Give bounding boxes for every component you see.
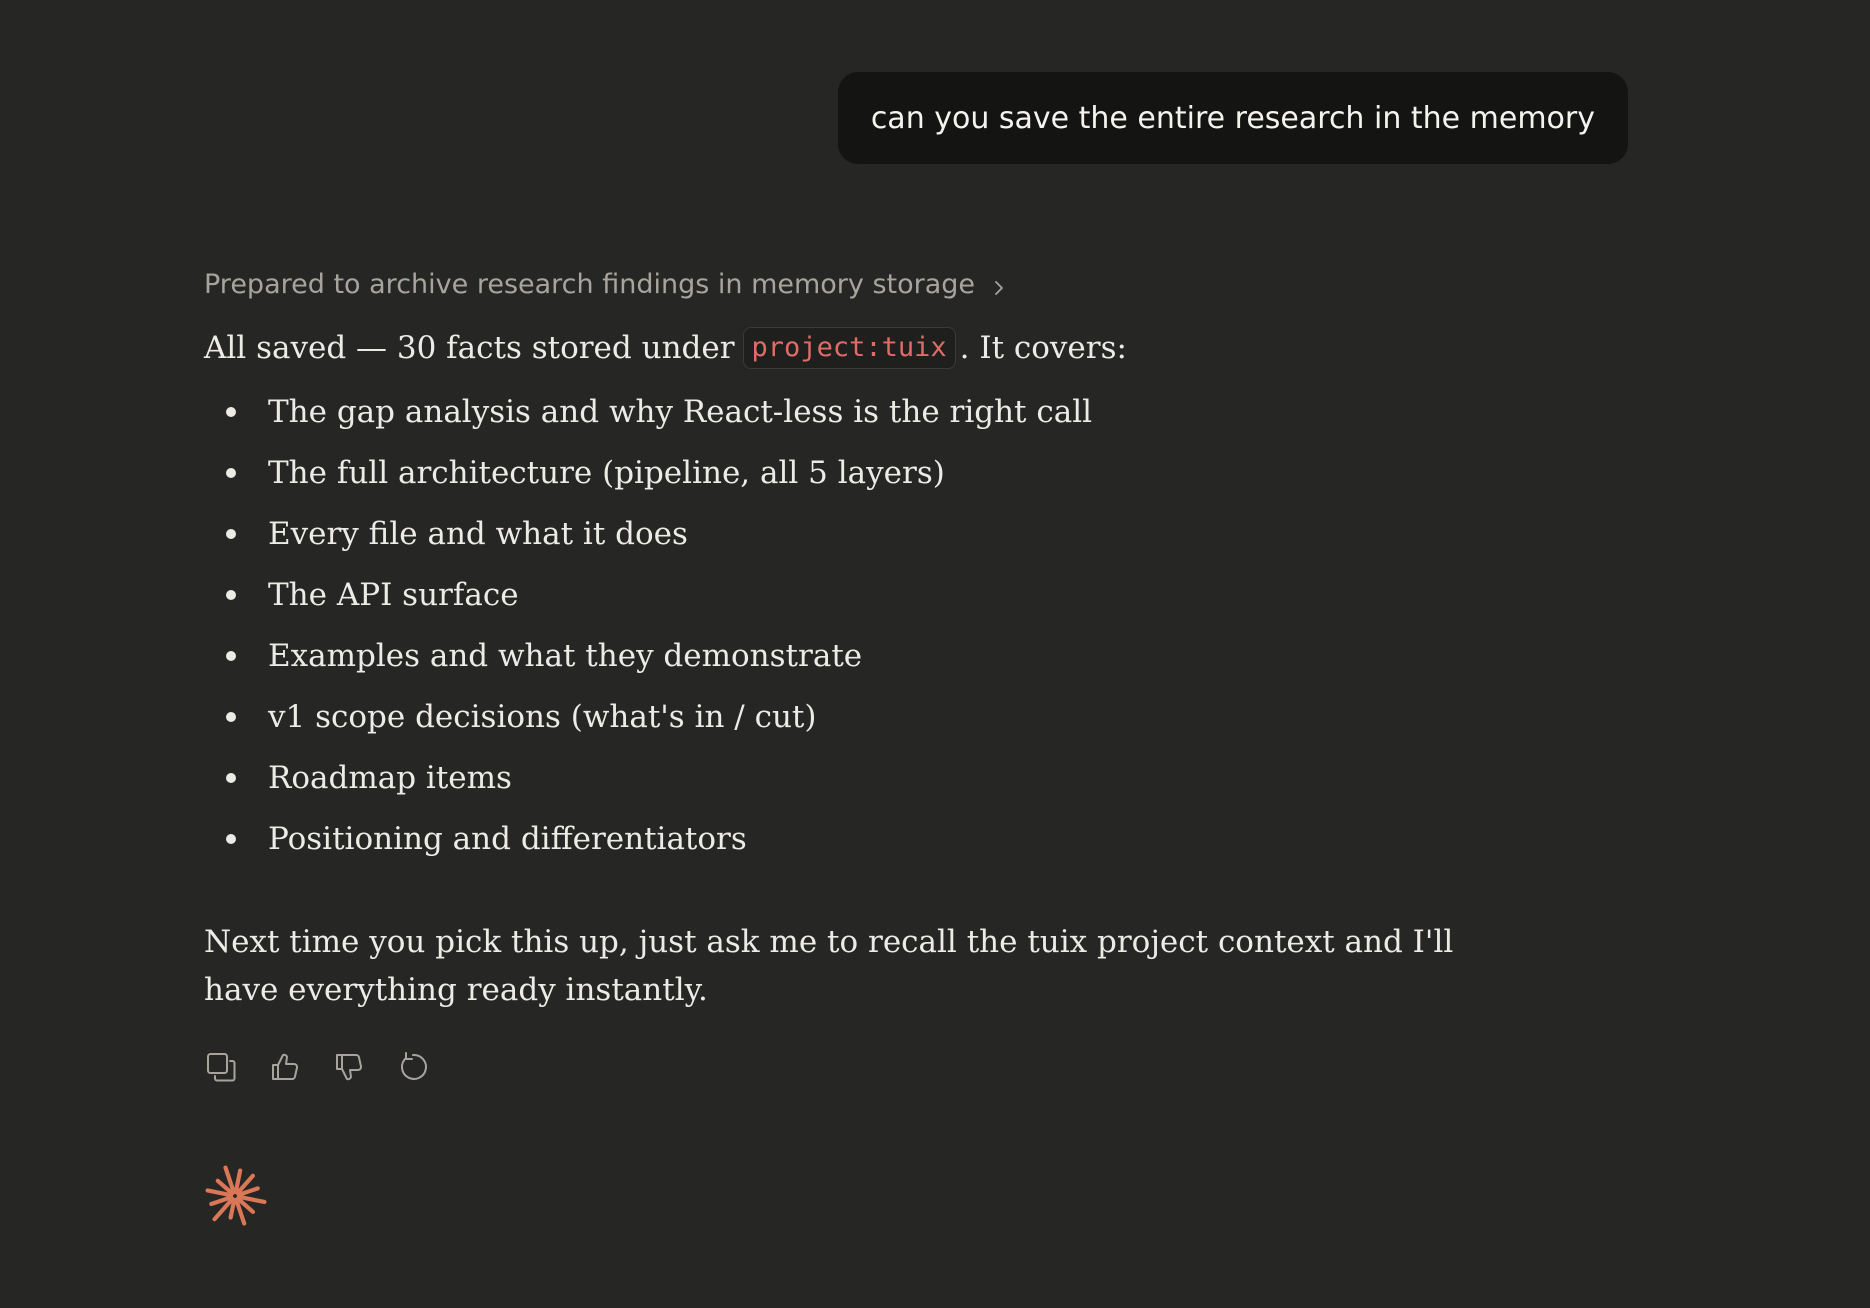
list-item: Positioning and differentiators: [204, 819, 1504, 880]
user-message-bubble: can you save the entire research in the …: [837, 72, 1628, 164]
thumbs-down-button[interactable]: [332, 1050, 366, 1084]
list-item: Every file and what it does: [204, 514, 1504, 575]
list-item: Examples and what they demonstrate: [204, 636, 1504, 697]
list-item: The API surface: [204, 575, 1504, 636]
thumbs-up-icon: [272, 1053, 298, 1080]
list-item-text: The API surface: [268, 577, 519, 613]
message-actions: [204, 1050, 1504, 1084]
user-message-text: can you save the entire research in the …: [870, 100, 1595, 136]
list-item-text: Roadmap items: [268, 760, 512, 796]
list-item-text: v1 scope decisions (what's in / cut): [268, 699, 817, 735]
thinking-summary-label: Prepared to archive research findings in…: [204, 268, 976, 300]
list-item-text: Positioning and differentiators: [268, 821, 747, 857]
inline-code: project:tuix: [742, 327, 956, 369]
list-item: The full architecture (pipeline, all 5 l…: [204, 453, 1504, 514]
chevron-right-icon: [989, 274, 1009, 295]
response-outro: Next time you pick this up, just ask me …: [204, 924, 1454, 1008]
list-item-text: The full architecture (pipeline, all 5 l…: [268, 455, 945, 491]
claude-logo-icon: [205, 1165, 267, 1226]
list-item: v1 scope decisions (what's in / cut): [204, 697, 1504, 758]
copy-icon: [207, 1053, 236, 1082]
bullet-icon: [226, 834, 236, 844]
list-item: Roadmap items: [204, 758, 1504, 819]
bullet-icon: [226, 773, 236, 783]
response-intro: All saved — 30 facts stored under projec…: [204, 326, 1504, 370]
intro-prefix: All saved — 30 facts stored under: [204, 330, 735, 366]
bullet-icon: [226, 529, 236, 539]
list-item-text: Every file and what it does: [268, 516, 688, 552]
copy-button[interactable]: [204, 1050, 238, 1084]
assistant-message: Prepared to archive research findings in…: [204, 262, 1504, 1084]
retry-button[interactable]: [396, 1050, 430, 1084]
list-item-text: Examples and what they demonstrate: [268, 638, 863, 674]
covered-topics-list: The gap analysis and why React-less is t…: [204, 392, 1504, 880]
bullet-icon: [226, 712, 236, 722]
thinking-summary-toggle[interactable]: Prepared to archive research findings in…: [204, 262, 1504, 306]
bullet-icon: [226, 468, 236, 478]
bullet-icon: [226, 590, 236, 600]
bullet-icon: [226, 651, 236, 661]
thumbs-up-button[interactable]: [268, 1050, 302, 1084]
retry-icon: [401, 1052, 427, 1080]
intro-suffix: . It covers:: [959, 330, 1127, 366]
bullet-icon: [226, 407, 236, 417]
list-item-text: The gap analysis and why React-less is t…: [268, 394, 1093, 430]
thumbs-down-icon: [336, 1054, 362, 1081]
list-item: The gap analysis and why React-less is t…: [204, 392, 1504, 453]
